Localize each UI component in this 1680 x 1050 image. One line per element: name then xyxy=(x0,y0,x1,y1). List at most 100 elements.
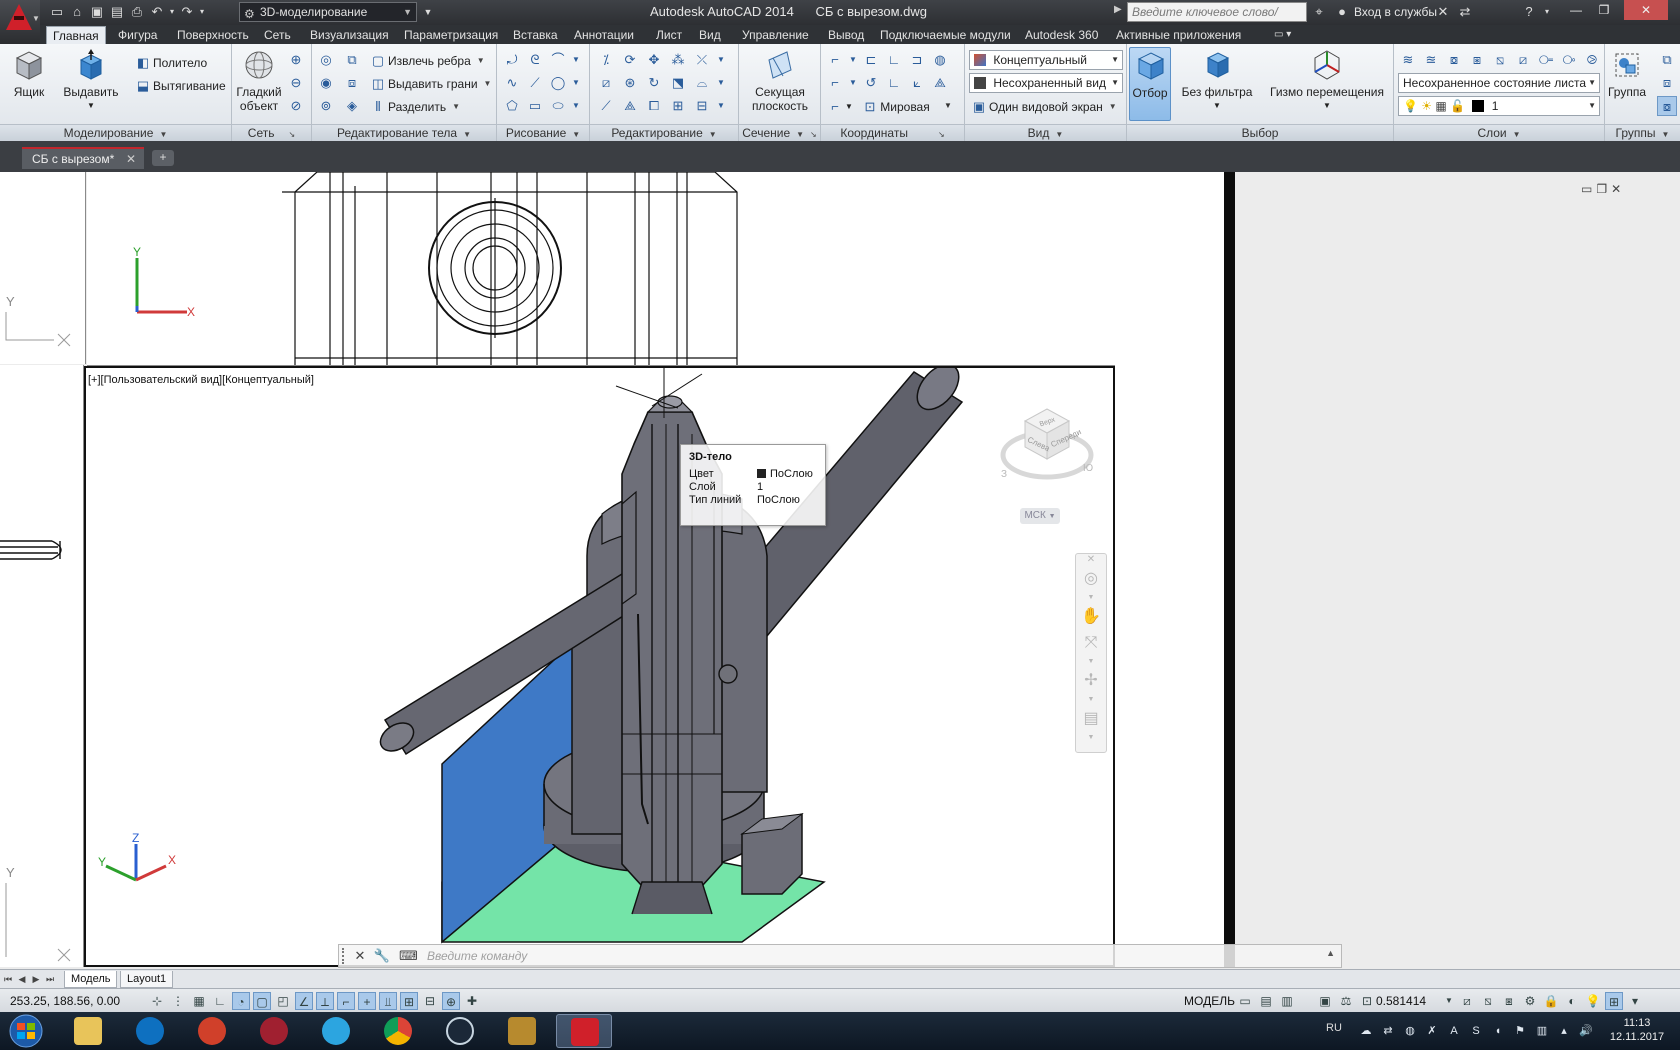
polysolid-button[interactable]: ◧ Политело xyxy=(133,52,207,73)
selection-cycling-icon[interactable]: ⊟ xyxy=(421,992,439,1010)
transparency-icon[interactable]: ⫫ xyxy=(379,992,397,1010)
layer-match-icon[interactable]: ≊ xyxy=(1421,50,1441,70)
chevron-down-icon[interactable]: ▼ xyxy=(1076,592,1106,604)
viewport-label[interactable]: [+][Пользовательский вид][Концептуальный… xyxy=(88,374,314,386)
taskbar-steam[interactable] xyxy=(432,1014,488,1048)
drawing-area[interactable]: Y Y X ▭ ❐ ✕ Y Z Y X [+][Пользовательский… xyxy=(0,172,1680,972)
teamviewer-tray-icon[interactable]: ⇄ xyxy=(1380,1023,1396,1039)
compass-south-label[interactable]: Ю xyxy=(1083,463,1093,474)
print-icon[interactable]: ⎙ xyxy=(128,3,146,21)
panel-title-section[interactable]: Сечение ▼ ↘ xyxy=(739,124,820,141)
viewport-main[interactable]: Z Y X xyxy=(84,366,1115,967)
explode-icon[interactable]: ⤫ xyxy=(692,50,712,70)
presspull-button[interactable]: ⬓ Вытягивание xyxy=(133,75,226,96)
taskbar-league[interactable] xyxy=(494,1014,550,1048)
status-menu-icon[interactable]: ▾ xyxy=(1626,992,1644,1010)
search-input[interactable]: Введите ключевое слово/фразу xyxy=(1127,2,1307,37)
panel-title-solid-editing[interactable]: Редактирование тела ▼ xyxy=(312,124,496,141)
annotation-scale-icon[interactable]: ⚖ xyxy=(1337,992,1355,1010)
volume-icon[interactable]: 🔊 xyxy=(1578,1023,1594,1039)
scale-field-icon[interactable]: ⊡ xyxy=(1358,992,1376,1010)
start-button[interactable] xyxy=(4,1013,48,1049)
current-layer-select[interactable]: 💡 ☀ ▦ 🔓 1 ▼ xyxy=(1398,96,1600,116)
layer-unlock-icon[interactable]: ⧂ xyxy=(1559,50,1579,70)
close-icon[interactable]: ✕ xyxy=(1624,0,1668,20)
array-icon[interactable]: ⁂ xyxy=(668,50,688,70)
dynamic-ucs-icon[interactable]: ⟂ xyxy=(316,992,334,1010)
command-line-grip[interactable] xyxy=(342,948,348,964)
tab-output[interactable]: Вывод xyxy=(822,26,870,44)
command-line[interactable]: ✕ 🔧 ⌨ Введите команду ▲ xyxy=(338,944,1342,968)
layer-off-icon[interactable]: ⧄ xyxy=(1513,50,1533,70)
mesh-smooth-less-icon[interactable]: ⊖ xyxy=(286,73,306,93)
tab-parametric[interactable]: Параметризация xyxy=(398,26,504,44)
tab-layout[interactable]: Лист xyxy=(650,26,688,44)
annotation-visibility-icon[interactable]: ⧄ xyxy=(1458,992,1476,1010)
panel-title-layers[interactable]: Слои ▼ xyxy=(1394,124,1604,141)
help-icon[interactable]: ? xyxy=(1520,3,1538,21)
3d-object-snap-icon[interactable]: ◰ xyxy=(274,992,292,1010)
panel-title-modify[interactable]: Редактирование ▼ xyxy=(590,124,738,141)
taskbar-ccleaner[interactable] xyxy=(184,1014,240,1048)
chevron-down-icon[interactable]: ▼ xyxy=(571,73,581,93)
layer-prev-icon[interactable]: ⧁ xyxy=(1582,50,1602,70)
chevron-down-icon[interactable]: ▼ xyxy=(1440,992,1458,1010)
ucs-world-icon[interactable]: ⌐ xyxy=(825,73,845,93)
workspace-switch-icon[interactable]: ⚙ xyxy=(1521,992,1539,1010)
ccleaner-tray-icon[interactable]: ◍ xyxy=(1402,1023,1418,1039)
slice-icon[interactable]: ⧉ xyxy=(342,50,362,70)
steering-wheel-icon[interactable]: ◎ xyxy=(1076,566,1106,592)
exchange-icon[interactable]: ✕ xyxy=(1434,3,1452,21)
tab-home[interactable]: Главная xyxy=(46,26,106,44)
open-file-icon[interactable]: ⌂ xyxy=(68,3,86,21)
save-as-icon[interactable]: ▤ xyxy=(108,3,126,21)
qat-customize-icon[interactable]: ▼ xyxy=(419,3,437,21)
move3d-icon[interactable]: ✥ xyxy=(644,50,664,70)
ellipse-icon[interactable]: ⬭ xyxy=(548,96,568,116)
tab-mesh[interactable]: Сеть xyxy=(258,26,297,44)
ucs-world-dropdown[interactable]: ⌐ ▼ ⊡ Мировая ▼ xyxy=(825,96,955,117)
coordinates-readout[interactable]: 253.25, 188.56, 0.00 xyxy=(10,994,120,1008)
chevron-down-icon[interactable]: ▼ xyxy=(716,96,726,116)
zoom-extents-icon[interactable]: ⤧ xyxy=(1076,630,1106,656)
antivirus-icon[interactable]: ✗ xyxy=(1424,1023,1440,1039)
panel-title-modeling[interactable]: Моделирование ▼ xyxy=(0,124,231,141)
arc-icon[interactable]: ⌒ xyxy=(548,50,568,70)
tab-plugins[interactable]: Подключаемые модули xyxy=(874,26,1017,44)
object-snap-tracking-icon[interactable]: ∠ xyxy=(295,992,313,1010)
workspace-select[interactable]: ⚙ 3D-моделирование ▼ xyxy=(239,2,417,22)
named-view-select[interactable]: Несохраненный вид ▼ xyxy=(969,73,1123,93)
tab-surface[interactable]: Поверхность xyxy=(171,26,255,44)
restore-icon[interactable]: ❐ xyxy=(1596,182,1607,196)
maximize-viewport-icon[interactable]: ▥ xyxy=(1278,992,1296,1010)
viewport-scale-value[interactable]: 0.581414 xyxy=(1376,994,1426,1008)
ucs-x-icon[interactable]: ∟ xyxy=(884,50,904,70)
viewport-left-bottom[interactable]: Y xyxy=(0,365,84,967)
ucs-menu-button[interactable]: МСК ▼ xyxy=(1020,508,1060,524)
rotate-icon[interactable]: ↻ xyxy=(644,73,664,93)
annotation-scale-sync-icon[interactable]: ⧆ xyxy=(1500,992,1518,1010)
viewport-top[interactable]: Y X xyxy=(87,172,1115,366)
group-edit-icon[interactable]: ⧈ xyxy=(1657,73,1677,93)
chevron-up-icon[interactable]: ▲ xyxy=(1326,948,1335,958)
spline-icon[interactable]: ∿ xyxy=(502,73,522,93)
document-tab[interactable]: СБ с вырезом* ✕ xyxy=(22,147,144,169)
tab-annotate[interactable]: Аннотации xyxy=(568,26,640,44)
taskbar-snipping[interactable] xyxy=(246,1014,302,1048)
command-prompt-icon[interactable]: ⌨ xyxy=(399,947,418,965)
ucs-named-icon[interactable]: ⊐ xyxy=(907,50,927,70)
shield-icon[interactable]: ◖ xyxy=(1490,1023,1506,1039)
smooth-object-button[interactable]: Гладкий объект xyxy=(234,48,284,113)
language-indicator[interactable]: RU xyxy=(1326,1022,1342,1034)
maximize-icon[interactable]: ❐ xyxy=(1591,0,1617,20)
taskbar-chrome[interactable] xyxy=(370,1014,426,1048)
layer-properties-icon[interactable]: ≋ xyxy=(1398,50,1418,70)
align-icon[interactable]: ⧄ xyxy=(596,73,616,93)
snap-mode-icon[interactable]: ⋮ xyxy=(169,992,187,1010)
panel-title-view[interactable]: Вид ▼ xyxy=(965,124,1126,141)
next-layout-icon[interactable]: ▶ xyxy=(30,972,42,986)
model-space-toggle[interactable]: МОДЕЛЬ xyxy=(1184,994,1235,1008)
infer-constraints-icon[interactable]: ⊹ xyxy=(148,992,166,1010)
layer-state-select[interactable]: Несохраненное состояние листа ▼ xyxy=(1398,73,1600,93)
erase-icon[interactable]: ⊞ xyxy=(668,96,688,116)
